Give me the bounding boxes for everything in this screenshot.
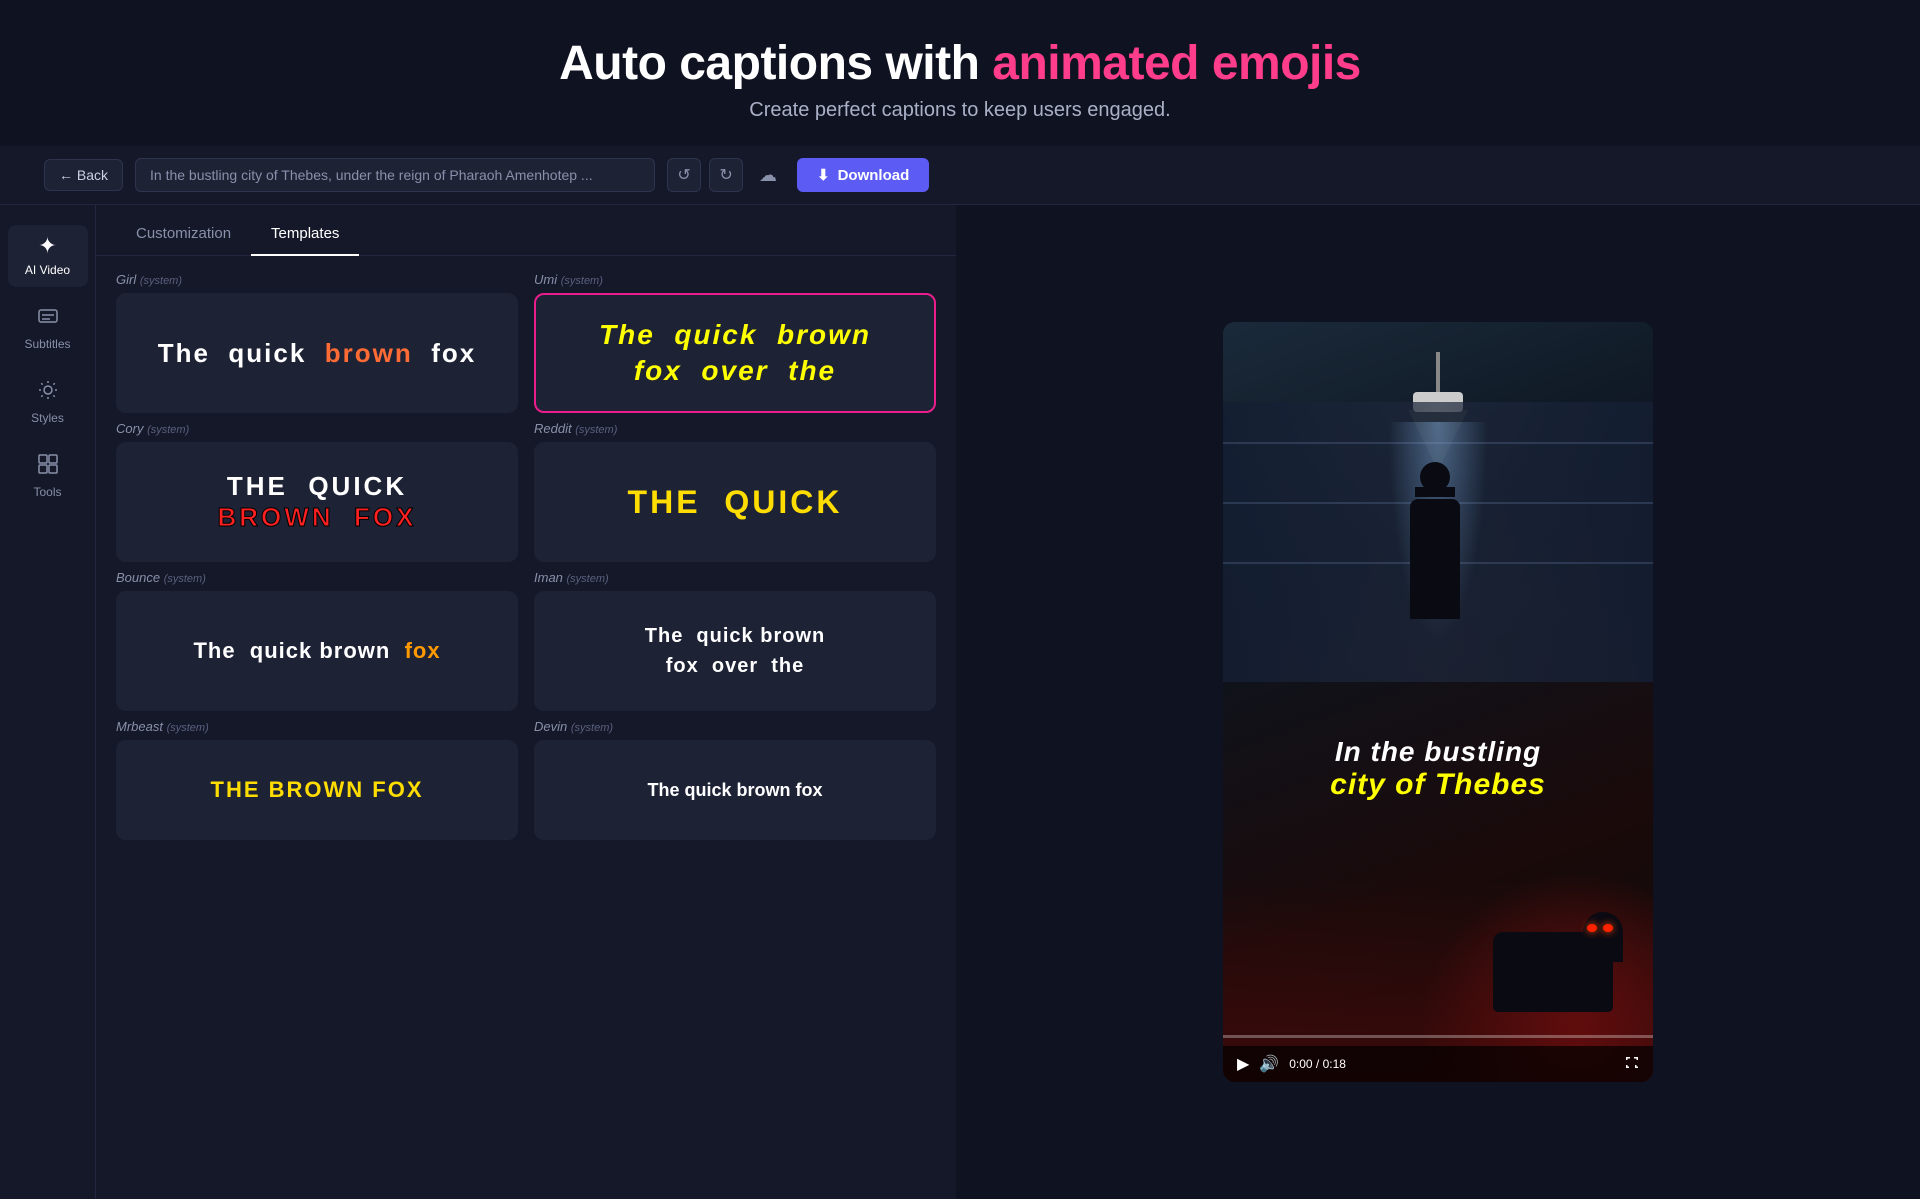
template-label-cory: Cory (system) xyxy=(116,421,518,436)
tab-templates[interactable]: Templates xyxy=(251,213,359,256)
mrbeast-preview: THE BROWN FOX xyxy=(211,777,424,803)
main-layout: ✦ AI Video Subtitles Styles xyxy=(0,205,1920,1199)
caption-line2: city of Thebes xyxy=(1245,768,1632,802)
toolbar-icons: ↺ ↻ ☁ xyxy=(667,158,785,192)
cloud-button[interactable]: ☁ xyxy=(751,158,785,192)
template-item-reddit: Reddit (system) THE QUICK xyxy=(534,421,936,562)
template-card-devin[interactable]: The quick brown fox xyxy=(534,740,936,840)
content-panel: Customization Templates Girl (system) Th… xyxy=(96,205,956,1199)
template-card-iman[interactable]: The quick brownfox over the xyxy=(534,591,936,711)
sidebar-item-tools[interactable]: Tools xyxy=(8,443,88,509)
template-item-umi: Umi (system) The quick brownfox over the xyxy=(534,272,936,413)
page-subtitle: Create perfect captions to keep users en… xyxy=(20,99,1900,122)
umi-preview-text: The quick brownfox over the xyxy=(599,317,871,390)
template-card-mrbeast[interactable]: THE BROWN FOX xyxy=(116,740,518,840)
video-time: 0:00 / 0:18 xyxy=(1289,1057,1615,1071)
video-progress-bar[interactable] xyxy=(1223,1035,1653,1038)
title-highlight: animated emojis xyxy=(992,37,1361,90)
tools-icon xyxy=(37,453,59,479)
template-card-umi[interactable]: The quick brownfox over the xyxy=(534,293,936,413)
page-title: Auto captions with animated emojis xyxy=(20,36,1900,91)
template-item-iman: Iman (system) The quick brownfox over th… xyxy=(534,570,936,711)
template-label-iman: Iman (system) xyxy=(534,570,936,585)
template-card-girl[interactable]: The quick brown fox xyxy=(116,293,518,413)
cloud-icon: ☁ xyxy=(759,165,777,186)
template-card-cory[interactable]: THE QUICK BROWN FOX xyxy=(116,442,518,562)
iman-preview-text: The quick brownfox over the xyxy=(645,621,825,681)
cory-preview-text: THE QUICK BROWN FOX xyxy=(218,471,417,533)
video-container: In the bustling city of Thebes ▶ 🔊 0:00 … xyxy=(1223,322,1653,1082)
tab-customization[interactable]: Customization xyxy=(116,213,251,256)
undo-button[interactable]: ↺ xyxy=(667,158,701,192)
template-label-mrbeast: Mrbeast (system) xyxy=(116,719,518,734)
fullscreen-button[interactable] xyxy=(1625,1056,1639,1073)
sidebar-item-styles[interactable]: Styles xyxy=(8,369,88,435)
template-item-cory: Cory (system) THE QUICK BROWN FOX xyxy=(116,421,518,562)
sidebar-item-label: Tools xyxy=(33,485,61,499)
download-label: Download xyxy=(838,167,910,184)
ai-video-icon: ✦ xyxy=(38,235,56,257)
template-label-reddit: Reddit (system) xyxy=(534,421,936,436)
subtitles-icon xyxy=(37,305,59,331)
template-label-bounce: Bounce (system) xyxy=(116,570,518,585)
template-item-devin: Devin (system) The quick brown fox xyxy=(534,719,936,840)
video-controls: ▶ 🔊 0:00 / 0:18 xyxy=(1223,1046,1653,1082)
template-card-bounce[interactable]: The quick brown fox xyxy=(116,591,518,711)
sidebar-item-subtitles[interactable]: Subtitles xyxy=(8,295,88,361)
template-card-reddit[interactable]: THE QUICK xyxy=(534,442,936,562)
template-item-mrbeast: Mrbeast (system) THE BROWN FOX xyxy=(116,719,518,840)
templates-left-col: Girl (system) The quick brown fox Cory (… xyxy=(116,272,518,848)
styles-icon xyxy=(37,379,59,405)
caption-line1: In the bustling xyxy=(1245,736,1632,768)
template-label-girl: Girl (system) xyxy=(116,272,518,287)
play-button[interactable]: ▶ xyxy=(1237,1054,1249,1074)
reddit-preview-text: THE QUICK xyxy=(628,484,843,521)
templates-container[interactable]: Girl (system) The quick brown fox Cory (… xyxy=(96,256,956,1199)
tabs: Customization Templates xyxy=(96,213,956,256)
templates-right-col: Umi (system) The quick brownfox over the… xyxy=(534,272,936,848)
template-item-girl: Girl (system) The quick brown fox xyxy=(116,272,518,413)
girl-preview-text: The quick brown fox xyxy=(158,338,477,369)
undo-icon: ↺ xyxy=(677,165,690,185)
header: Auto captions with animated emojis Creat… xyxy=(0,0,1920,146)
sidebar: ✦ AI Video Subtitles Styles xyxy=(0,205,96,1199)
redo-icon: ↻ xyxy=(719,165,732,185)
sidebar-item-ai-video[interactable]: ✦ AI Video xyxy=(8,225,88,287)
video-caption: In the bustling city of Thebes xyxy=(1245,736,1632,802)
templates-grid: Girl (system) The quick brown fox Cory (… xyxy=(116,272,936,848)
template-label-devin: Devin (system) xyxy=(534,719,936,734)
title-plain: Auto captions with xyxy=(559,37,992,90)
download-button[interactable]: ⬇ Download xyxy=(797,158,929,192)
toolbar: ← Back In the bustling city of Thebes, u… xyxy=(0,146,1920,205)
template-label-umi: Umi (system) xyxy=(534,272,936,287)
devin-preview: The quick brown fox xyxy=(647,780,822,801)
sidebar-item-label: Subtitles xyxy=(24,337,70,351)
video-panel: In the bustling city of Thebes ▶ 🔊 0:00 … xyxy=(956,205,1920,1199)
download-icon: ⬇ xyxy=(817,166,830,184)
redo-button[interactable]: ↻ xyxy=(709,158,743,192)
sidebar-item-label: AI Video xyxy=(25,263,70,277)
toolbar-text-content: In the bustling city of Thebes, under th… xyxy=(135,158,655,192)
back-button[interactable]: ← Back xyxy=(44,159,123,191)
video-background: In the bustling city of Thebes ▶ 🔊 0:00 … xyxy=(1223,322,1653,1082)
volume-button[interactable]: 🔊 xyxy=(1259,1054,1279,1074)
template-item-bounce: Bounce (system) The quick brown fox xyxy=(116,570,518,711)
bounce-preview-text: The quick brown fox xyxy=(193,638,440,664)
sidebar-item-label: Styles xyxy=(31,411,64,425)
